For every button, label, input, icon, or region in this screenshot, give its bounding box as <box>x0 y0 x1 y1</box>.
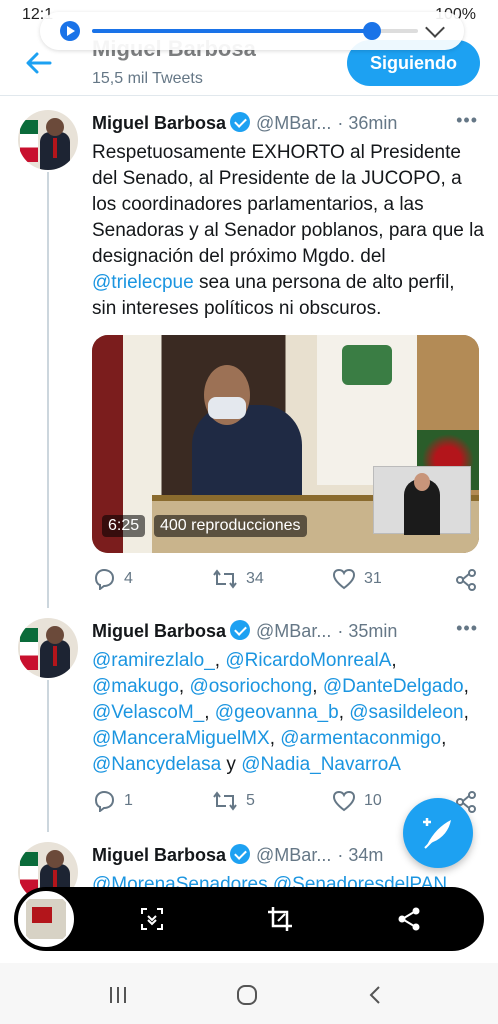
video-duration: 6:25 <box>102 515 146 537</box>
mention-link[interactable]: @ramirezlalo_ <box>92 650 215 671</box>
conjunction-text: y <box>221 754 242 775</box>
compose-feather-icon <box>423 818 451 849</box>
crop-edit-icon[interactable] <box>266 905 294 933</box>
heart-icon <box>332 568 356 590</box>
mention-link[interactable]: @DanteDelgado <box>323 676 464 697</box>
reply-icon <box>94 568 115 591</box>
mention-link[interactable]: @Nancydelasa <box>92 754 221 775</box>
system-nav-bar <box>0 963 498 1024</box>
retweet-icon <box>213 569 237 589</box>
author-name[interactable]: Miguel Barbosa <box>92 845 226 865</box>
retweet-count: 5 <box>246 792 255 810</box>
tweet[interactable]: Miguel Barbosa @MBar... · 36min ••• Respet… <box>0 108 498 608</box>
reply-button[interactable]: 1 <box>92 790 133 816</box>
home-icon[interactable] <box>235 983 259 1007</box>
retweet-count: 34 <box>246 570 264 588</box>
tweet-actions: 4 34 31 <box>92 568 482 594</box>
tweet-time: · 36min <box>337 113 398 133</box>
tweet-time: · 35min <box>337 621 398 641</box>
tweet-time: · 34m <box>337 845 384 865</box>
retweet-button[interactable]: 34 <box>212 568 264 594</box>
author-handle[interactable]: @MBar... <box>256 845 331 865</box>
back-arrow-icon[interactable] <box>24 48 54 78</box>
author-handle[interactable]: @MBar... <box>256 621 331 641</box>
play-icon[interactable] <box>60 21 80 41</box>
retweet-button[interactable]: 5 <box>212 790 255 816</box>
like-button[interactable]: 31 <box>332 568 382 594</box>
mention-link[interactable]: @geovanna_b <box>215 702 339 723</box>
like-count: 10 <box>364 792 382 810</box>
tweet-count: 15,5 mil Tweets <box>92 70 203 87</box>
reply-count: 1 <box>124 792 133 810</box>
verified-badge-icon <box>230 620 251 640</box>
mention-link[interactable]: @armentaconmigo <box>280 728 441 749</box>
media-progress-track[interactable] <box>92 22 418 40</box>
tweet-text: @ramirezlalo_, @RicardoMonrealA, @makugo… <box>92 650 469 775</box>
mention-link[interactable]: @Nadia_NavarroA <box>241 754 401 775</box>
sign-language-inset <box>373 466 471 535</box>
compose-tweet-button[interactable] <box>403 798 473 868</box>
screenshot-thumbnail[interactable] <box>18 891 74 947</box>
like-count: 31 <box>364 570 382 588</box>
share-icon[interactable] <box>395 905 423 933</box>
tweet-text-part: Respetuosamente EXHORTO al Presidente de… <box>92 142 484 267</box>
recent-apps-icon[interactable] <box>106 983 130 1007</box>
video-views: 400 reproducciones <box>154 515 307 537</box>
media-player-pill[interactable] <box>40 12 464 50</box>
author-name[interactable]: Miguel Barbosa <box>92 113 226 133</box>
media-progress-handle[interactable] <box>363 22 382 40</box>
reply-count: 4 <box>124 570 133 588</box>
mention-link[interactable]: @trielecpue <box>92 272 194 293</box>
share-button[interactable] <box>454 568 486 594</box>
video-player[interactable]: 6:25 400 reproducciones <box>92 335 479 553</box>
avatar[interactable] <box>18 618 78 678</box>
verified-badge-icon <box>230 844 251 864</box>
mention-link[interactable]: @osoriochong <box>189 676 312 697</box>
mention-link[interactable]: @RicardoMonrealA <box>225 650 391 671</box>
author-handle[interactable]: @MBar... <box>256 113 331 133</box>
scroll-capture-icon[interactable] <box>138 905 166 933</box>
verified-badge-icon <box>230 112 251 132</box>
tweet-header: Miguel Barbosa @MBar... · 35min <box>92 620 482 644</box>
mention-link[interactable]: @VelascoM_ <box>92 702 204 723</box>
tweet-header: Miguel Barbosa @MBar... · 36min <box>92 112 482 136</box>
share-icon <box>456 569 476 591</box>
more-options-icon[interactable]: ••• <box>456 110 478 131</box>
screenshot-toolbar <box>14 887 484 951</box>
tweet-text: Respetuosamente EXHORTO al Presidente de… <box>92 140 484 322</box>
retweet-icon <box>213 791 237 811</box>
back-icon[interactable] <box>364 983 388 1007</box>
avatar[interactable] <box>18 110 78 170</box>
chevron-down-icon[interactable] <box>425 18 445 38</box>
author-name[interactable]: Miguel Barbosa <box>92 621 226 641</box>
heart-icon <box>332 790 356 812</box>
reply-icon <box>94 790 115 813</box>
media-progress-fill <box>92 29 373 33</box>
more-options-icon[interactable]: ••• <box>456 618 478 639</box>
mention-link[interactable]: @makugo <box>92 676 179 697</box>
mention-link[interactable]: @sasildeleon <box>349 702 463 723</box>
like-button[interactable]: 10 <box>332 790 382 816</box>
reply-button[interactable]: 4 <box>92 568 133 594</box>
mention-link[interactable]: @ManceraMiguelMX <box>92 728 270 749</box>
content-strip <box>0 951 498 963</box>
